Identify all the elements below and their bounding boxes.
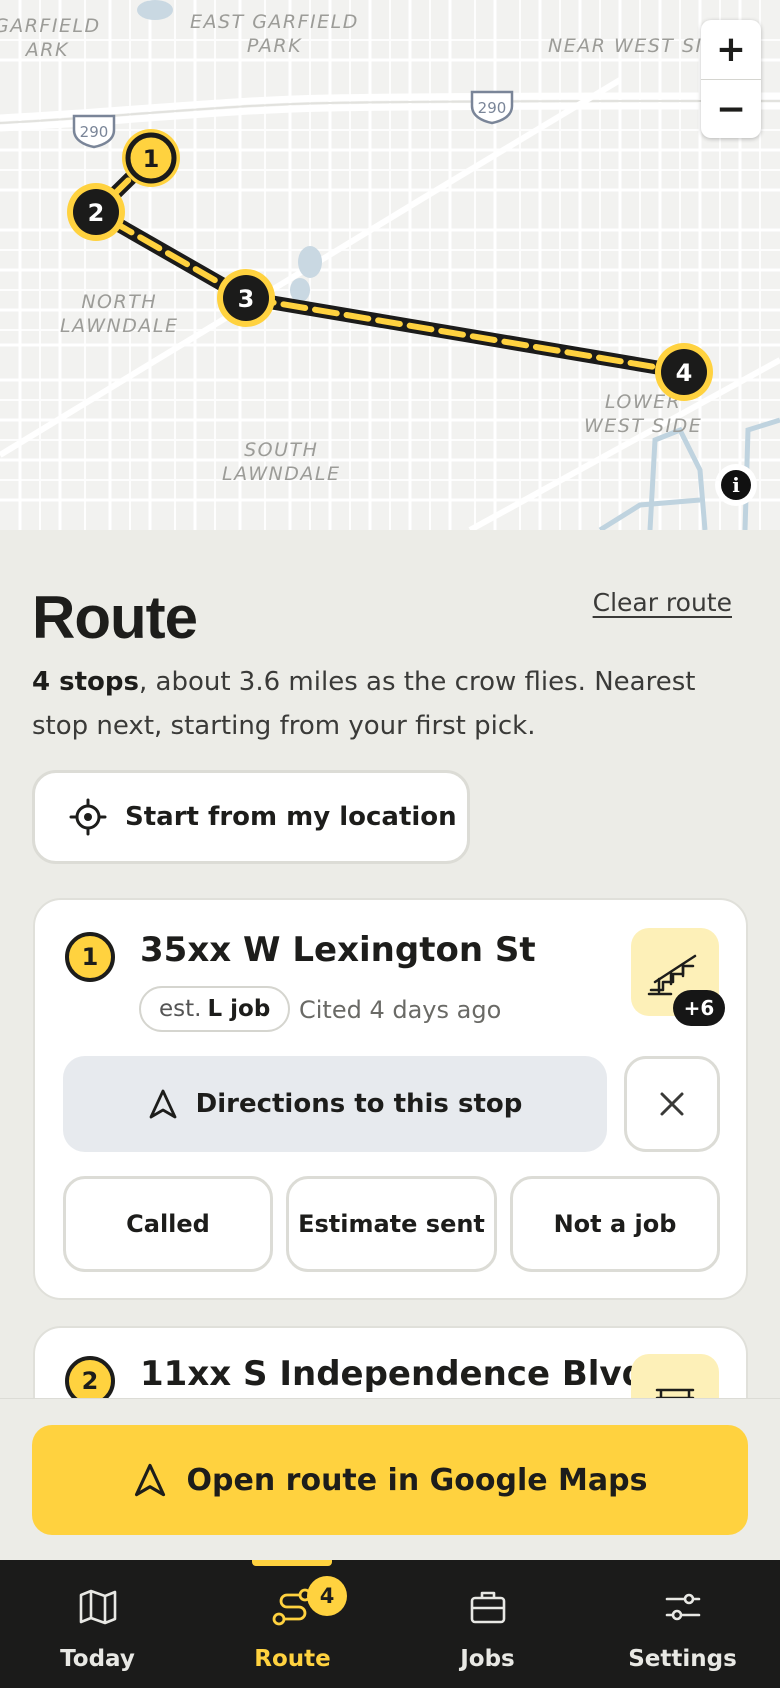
stop-number-badge: 2: [65, 1356, 115, 1398]
cited-time: Cited 4 days ago: [299, 996, 502, 1024]
route-summary: 4 stops, about 3.6 miles as the crow fli…: [32, 660, 747, 748]
remove-stop-button[interactable]: [624, 1056, 720, 1152]
stop-thumbnail[interactable]: [631, 1354, 719, 1398]
estimate-size-pill: est. L job: [139, 986, 291, 1032]
stop-address[interactable]: 35xx W Lexington St: [140, 930, 536, 970]
navigation-arrow-icon: [134, 1463, 165, 1497]
directions-button[interactable]: Directions to this stop: [63, 1056, 607, 1152]
briefcase-icon: [470, 1591, 505, 1624]
status-not-a-job-button[interactable]: Not a job: [510, 1176, 720, 1272]
cta-bar: Open route in Google Maps: [0, 1398, 780, 1560]
bottom-nav: Today Route 4 Jobs Settings: [0, 1560, 780, 1688]
open-google-maps-label: Open route in Google Maps: [186, 1462, 648, 1498]
map-icon: [79, 1589, 116, 1625]
nav-item-settings[interactable]: Settings: [585, 1560, 780, 1688]
crosshair-icon: [69, 798, 107, 836]
page-title: Route: [32, 584, 198, 651]
nav-item-route[interactable]: Route: [195, 1560, 390, 1688]
stop-card: 1 35xx W Lexington St est. L job Cited 4 …: [33, 898, 748, 1300]
clear-route-link[interactable]: Clear route: [593, 588, 732, 617]
start-from-location-label: Start from my location: [125, 802, 457, 832]
nav-label-route: Route: [254, 1646, 331, 1672]
estimate-prefix: est.: [159, 996, 202, 1022]
start-from-location-button[interactable]: Start from my location: [32, 770, 470, 864]
nav-label-today: Today: [60, 1646, 135, 1672]
status-estimate-sent-button[interactable]: Estimate sent: [286, 1176, 497, 1272]
sliders-icon: [665, 1593, 700, 1621]
porch-icon: [655, 1388, 695, 1398]
navigation-arrow-icon: [149, 1089, 177, 1119]
route-count-badge: 4: [307, 1576, 347, 1616]
close-icon: [660, 1092, 684, 1116]
stop-card: 2 11xx S Independence Blvd: [33, 1326, 748, 1398]
status-called-button[interactable]: Called: [63, 1176, 273, 1272]
open-google-maps-button[interactable]: Open route in Google Maps: [32, 1425, 748, 1535]
nav-label-jobs: Jobs: [460, 1646, 515, 1672]
route-scroll-area[interactable]: Route Clear route 4 stops, about 3.6 mil…: [0, 0, 780, 1398]
stop-number-badge: 1: [65, 932, 115, 982]
directions-label: Directions to this stop: [195, 1089, 523, 1119]
stop-count: 4 stops: [32, 667, 139, 697]
nav-item-jobs[interactable]: Jobs: [390, 1560, 585, 1688]
extra-photos-badge: +6: [673, 990, 725, 1026]
estimate-size: L job: [207, 996, 271, 1022]
nav-label-settings: Settings: [628, 1646, 737, 1672]
nav-item-today[interactable]: Today: [0, 1560, 195, 1688]
stop-address[interactable]: 11xx S Independence Blvd: [140, 1354, 646, 1394]
